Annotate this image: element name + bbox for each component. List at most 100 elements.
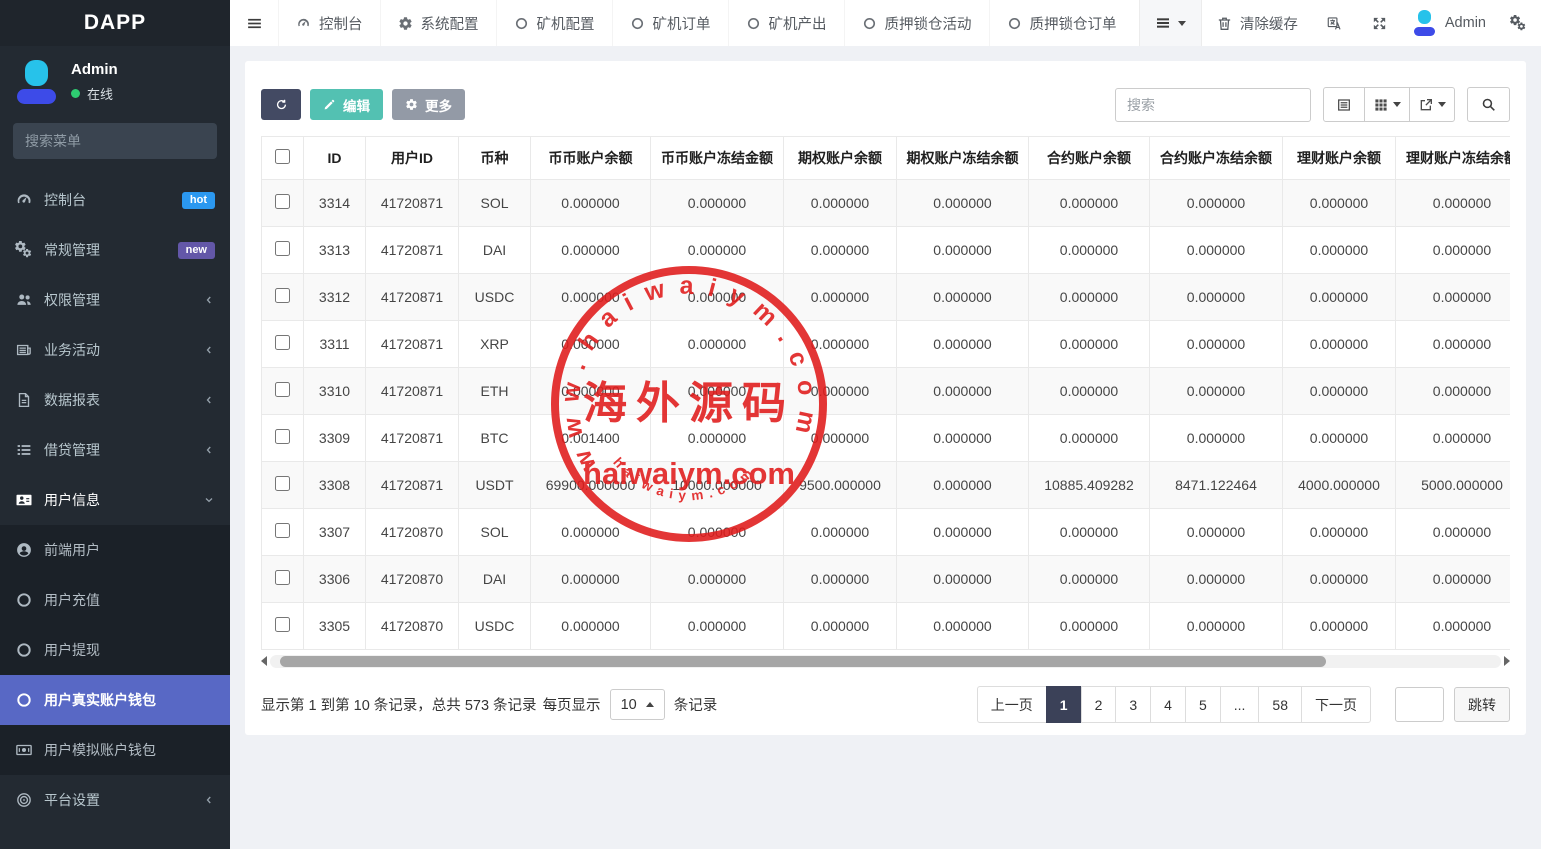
nav-list-dropdown-button[interactable] <box>1139 0 1202 46</box>
page-button-58[interactable]: 58 <box>1258 686 1302 723</box>
column-header: 合约账户冻结余额 <box>1150 137 1283 180</box>
sidebar-item-用户模拟账户钱包[interactable]: 用户模拟账户钱包 <box>0 725 230 775</box>
cell-balance: 0.000000 <box>651 603 784 650</box>
select-all-checkbox[interactable] <box>275 149 290 164</box>
cell-coin: ETH <box>459 368 531 415</box>
newspaper-icon <box>15 341 33 359</box>
nav-link-label: 系统配置 <box>421 13 479 34</box>
nav-link-控制台[interactable]: 控制台 <box>278 0 380 46</box>
row-checkbox[interactable] <box>275 429 290 444</box>
table-toolbar: 编辑 更多 <box>261 87 1510 122</box>
sidebar-item-常规管理[interactable]: 常规管理new <box>0 225 230 275</box>
circle-icon <box>1007 16 1022 31</box>
sidebar-item-用户充值[interactable]: 用户充值 <box>0 575 230 625</box>
cell-id: 3305 <box>304 603 366 650</box>
row-checkbox[interactable] <box>275 194 290 209</box>
page-ellipsis[interactable]: ... <box>1220 686 1260 723</box>
nav-link-系统配置[interactable]: 系统配置 <box>380 0 496 46</box>
jump-button[interactable]: 跳转 <box>1454 687 1510 722</box>
cell-balance: 4000.000000 <box>1283 462 1396 509</box>
detail-view-button[interactable] <box>1323 87 1365 122</box>
refresh-button[interactable] <box>261 89 301 120</box>
page-button-1[interactable]: 1 <box>1046 686 1082 723</box>
sidebar-item-权限管理[interactable]: 权限管理 <box>0 275 230 325</box>
row-checkbox[interactable] <box>275 617 290 632</box>
scrollbar-track[interactable] <box>270 655 1501 668</box>
translate-button[interactable] <box>1312 0 1357 46</box>
per-page-select[interactable]: 10 <box>610 689 665 720</box>
edit-button[interactable]: 编辑 <box>310 89 383 120</box>
page-button-2[interactable]: 2 <box>1081 686 1117 723</box>
settings-button[interactable] <box>1496 0 1541 46</box>
chevron-left-icon <box>203 794 215 806</box>
row-checkbox[interactable] <box>275 241 290 256</box>
table-row: 331341720871DAI0.0000000.0000000.0000000… <box>262 227 1511 274</box>
sidebar-item-数据报表[interactable]: 数据报表 <box>0 375 230 425</box>
table-view-buttons <box>1323 87 1455 122</box>
column-header: 币币账户余额 <box>531 137 651 180</box>
cell-user-id: 41720871 <box>366 227 459 274</box>
cell-id: 3313 <box>304 227 366 274</box>
cell-id: 3310 <box>304 368 366 415</box>
cell-coin: DAI <box>459 227 531 274</box>
horizontal-scrollbar[interactable] <box>261 654 1510 668</box>
search-submit-button[interactable] <box>1467 87 1510 122</box>
nav-link-矿机订单[interactable]: 矿机订单 <box>612 0 728 46</box>
page-button-5[interactable]: 5 <box>1185 686 1221 723</box>
sidebar-search-input[interactable] <box>25 133 206 149</box>
nav-link-矿机产出[interactable]: 矿机产出 <box>728 0 844 46</box>
prev-page-button[interactable]: 上一页 <box>977 686 1047 723</box>
sidebar-item-用户提现[interactable]: 用户提现 <box>0 625 230 675</box>
next-page-button[interactable]: 下一页 <box>1301 686 1371 723</box>
nav-link-质押锁仓活动[interactable]: 质押锁仓活动 <box>844 0 989 46</box>
page-button-3[interactable]: 3 <box>1115 686 1151 723</box>
refresh-icon <box>275 98 288 111</box>
sidebar-item-控制台[interactable]: 控制台hot <box>0 175 230 225</box>
export-icon <box>1418 97 1434 113</box>
table-wrap: ID用户ID币种币币账户余额币币账户冻结金额期权账户余额期权账户冻结余额合约账户… <box>261 136 1510 650</box>
sidebar-toggle-button[interactable] <box>230 0 278 46</box>
page-button-4[interactable]: 4 <box>1150 686 1186 723</box>
scroll-right-arrow[interactable] <box>1504 656 1510 666</box>
nav-link-矿机配置[interactable]: 矿机配置 <box>496 0 612 46</box>
row-checkbox[interactable] <box>275 476 290 491</box>
sidebar-item-业务活动[interactable]: 业务活动 <box>0 325 230 375</box>
scroll-left-arrow[interactable] <box>261 656 267 666</box>
cell-balance: 0.000000 <box>1283 556 1396 603</box>
jump-page-input[interactable] <box>1395 687 1444 722</box>
sidebar-item-用户信息[interactable]: 用户信息 <box>0 475 230 525</box>
export-button[interactable] <box>1409 87 1455 122</box>
cell-balance: 0.000000 <box>784 415 897 462</box>
sidebar-menu: 控制台hot常规管理new权限管理业务活动数据报表借贷管理用户信息前端用户用户充… <box>0 175 230 825</box>
cell-balance: 0.000000 <box>1396 603 1511 650</box>
user-avatar <box>14 59 58 105</box>
nav-link-质押锁仓订单[interactable]: 质押锁仓订单 <box>989 0 1134 46</box>
cell-balance: 0.000000 <box>1150 227 1283 274</box>
row-checkbox[interactable] <box>275 382 290 397</box>
cell-balance: 0.000000 <box>531 180 651 227</box>
cell-balance: 0.000000 <box>1283 603 1396 650</box>
row-checkbox[interactable] <box>275 335 290 350</box>
cell-balance: 0.000000 <box>1029 556 1150 603</box>
sidebar-item-平台设置[interactable]: 平台设置 <box>0 775 230 825</box>
cell-balance: 0.000000 <box>1283 368 1396 415</box>
cell-balance: 0.000000 <box>1029 227 1150 274</box>
scrollbar-thumb[interactable] <box>280 656 1326 667</box>
row-checkbox[interactable] <box>275 570 290 585</box>
sidebar-item-借贷管理[interactable]: 借贷管理 <box>0 425 230 475</box>
row-checkbox[interactable] <box>275 523 290 538</box>
more-button[interactable]: 更多 <box>392 89 465 120</box>
sidebar-search[interactable] <box>13 123 217 159</box>
sidebar-item-用户真实账户钱包[interactable]: 用户真实账户钱包 <box>0 675 230 725</box>
table-search-input[interactable] <box>1115 88 1311 122</box>
clear-cache-button[interactable]: 清除缓存 <box>1202 0 1312 46</box>
row-checkbox[interactable] <box>275 288 290 303</box>
fullscreen-button[interactable] <box>1357 0 1402 46</box>
cell-balance: 0.000000 <box>1283 180 1396 227</box>
cell-balance: 0.000000 <box>1283 415 1396 462</box>
navbar-user-menu[interactable]: Admin <box>1402 10 1496 36</box>
columns-button[interactable] <box>1364 87 1410 122</box>
pagination: 上一页12345...58下一页 <box>977 686 1371 723</box>
sidebar-item-前端用户[interactable]: 前端用户 <box>0 525 230 575</box>
table-row: 330841720871USDT69900.00000010000.000000… <box>262 462 1511 509</box>
